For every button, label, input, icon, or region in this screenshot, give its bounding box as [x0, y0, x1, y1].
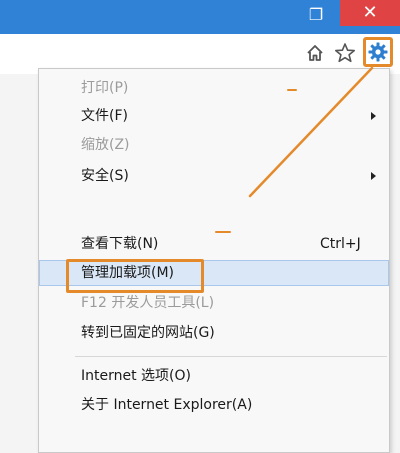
menu-item-label: 查看下载(N): [81, 236, 159, 252]
menu-item-file[interactable]: 文件(F): [39, 103, 389, 129]
menu-item-print: 打印(P): [39, 75, 389, 101]
highlight-box: [66, 259, 204, 293]
home-icon: [307, 45, 323, 61]
menu-item-shortcut: Ctrl+J: [320, 236, 361, 252]
favorites-button[interactable]: [332, 40, 358, 66]
tools-button[interactable]: [363, 37, 393, 67]
menu-item-zoom: 缩放(Z): [39, 132, 389, 158]
menu-item-label: 文件(F): [81, 108, 128, 124]
gear-icon: [368, 42, 388, 62]
menu-item-label: 安全(S): [81, 168, 129, 184]
home-button[interactable]: [302, 40, 328, 66]
menu-item-label: 打印(P): [81, 80, 129, 96]
submenu-arrow-icon: [371, 112, 376, 120]
menu-item-label: F12 开发人员工具(L): [81, 295, 215, 311]
menu-separator: [75, 356, 387, 357]
menu-item-pinned-sites[interactable]: 转到已固定的网站(G): [39, 320, 389, 346]
restore-button[interactable]: ❐: [300, 0, 332, 30]
menu-item-internet-options[interactable]: Internet 选项(O): [39, 363, 389, 389]
menu-item-label: 关于 Internet Explorer(A): [81, 397, 253, 413]
menu-item-label: 转到已固定的网站(G): [81, 325, 215, 341]
close-button[interactable]: ✕: [340, 0, 400, 26]
menu-item-about[interactable]: 关于 Internet Explorer(A): [39, 392, 389, 418]
star-icon: [335, 43, 355, 63]
menu-item-view-downloads[interactable]: 查看下载(N) Ctrl+J: [39, 231, 389, 257]
menu-item-security[interactable]: 安全(S): [39, 163, 389, 189]
submenu-arrow-icon: [371, 172, 376, 180]
menu-item-label: 缩放(Z): [81, 137, 130, 153]
menu-item-label: Internet 选项(O): [81, 368, 191, 384]
menu-item-f12-tools: F12 开发人员工具(L): [39, 290, 389, 316]
